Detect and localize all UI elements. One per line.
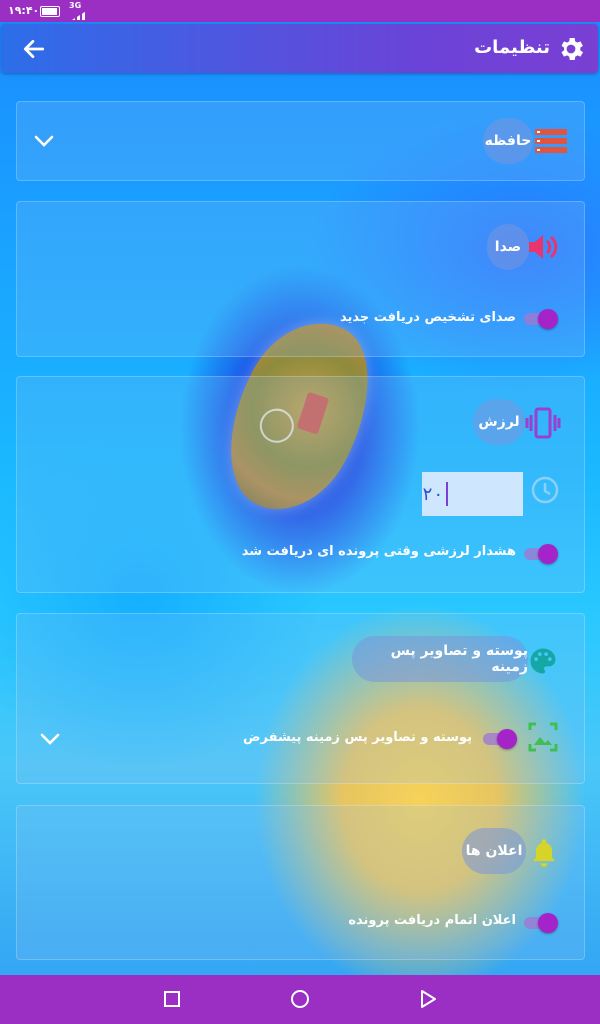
storage-section: حافظه xyxy=(16,101,585,181)
sound-row-label: صدای تشخیص دریافت جدید xyxy=(339,310,516,325)
recents-square-icon[interactable] xyxy=(160,987,184,1011)
home-circle-icon[interactable] xyxy=(288,987,312,1011)
back-arrow-icon[interactable] xyxy=(21,36,47,62)
sound-section: صدا صدای تشخیص دریافت جدید xyxy=(16,201,585,357)
clock-icon xyxy=(531,476,559,504)
skins-section: پوسته و تصاویر پس زمینه پوسته و تصاویر پ… xyxy=(16,613,585,784)
bell-icon xyxy=(533,839,555,867)
chevron-down-icon[interactable] xyxy=(39,732,61,746)
image-icon xyxy=(528,722,558,752)
skins-title-pill[interactable]: پوسته و تصاویر پس زمینه xyxy=(352,636,528,682)
storage-list-icon xyxy=(535,129,567,153)
network-type: 3G xyxy=(69,1,82,10)
vibration-row-label: هشدار لرزشی وقتی پرونده ای دریافت شد xyxy=(241,544,516,559)
vibration-icon xyxy=(525,407,561,439)
sound-toggle[interactable] xyxy=(524,309,558,329)
notifications-toggle[interactable] xyxy=(524,913,558,933)
status-time: ۱۹:۴۰ xyxy=(8,4,40,17)
battery-icon xyxy=(40,6,60,17)
storage-title: حافظه xyxy=(484,133,532,149)
speaker-icon xyxy=(529,235,558,259)
vibration-title-pill[interactable]: لرزش xyxy=(473,399,525,445)
storage-title-pill[interactable]: حافظه xyxy=(483,118,533,164)
vibration-title: لرزش xyxy=(478,414,520,430)
vibration-toggle[interactable] xyxy=(524,544,558,564)
back-triangle-icon[interactable] xyxy=(416,987,440,1011)
vibration-duration-input[interactable]: ۲۰ xyxy=(422,472,523,516)
notifications-row-label: اعلان اتمام دریافت پرونده xyxy=(348,913,516,928)
notifications-section: اعلان ها اعلان اتمام دریافت پرونده xyxy=(16,805,585,960)
sound-title-pill[interactable]: صدا xyxy=(487,224,529,270)
skins-title: پوسته و تصاویر پس زمینه xyxy=(390,643,528,675)
page-title: تنظیمات xyxy=(474,37,550,58)
notifications-title-pill[interactable]: اعلان ها xyxy=(462,828,526,874)
skins-row-label: پوسته و تصاویر پس زمینه پیشفرض xyxy=(243,730,472,745)
signal-icon xyxy=(72,10,88,20)
gear-icon xyxy=(561,38,583,60)
status-bar: ۱۹:۴۰ 3G xyxy=(0,0,600,22)
vibration-duration-value: ۲۰ xyxy=(422,483,444,505)
skins-toggle[interactable] xyxy=(483,729,517,749)
system-nav-bar xyxy=(0,975,600,1024)
palette-icon xyxy=(530,648,556,674)
chevron-down-icon[interactable] xyxy=(33,134,55,148)
app-header: تنظیمات xyxy=(1,24,598,73)
sound-title: صدا xyxy=(494,239,522,255)
notifications-title: اعلان ها xyxy=(465,843,523,859)
